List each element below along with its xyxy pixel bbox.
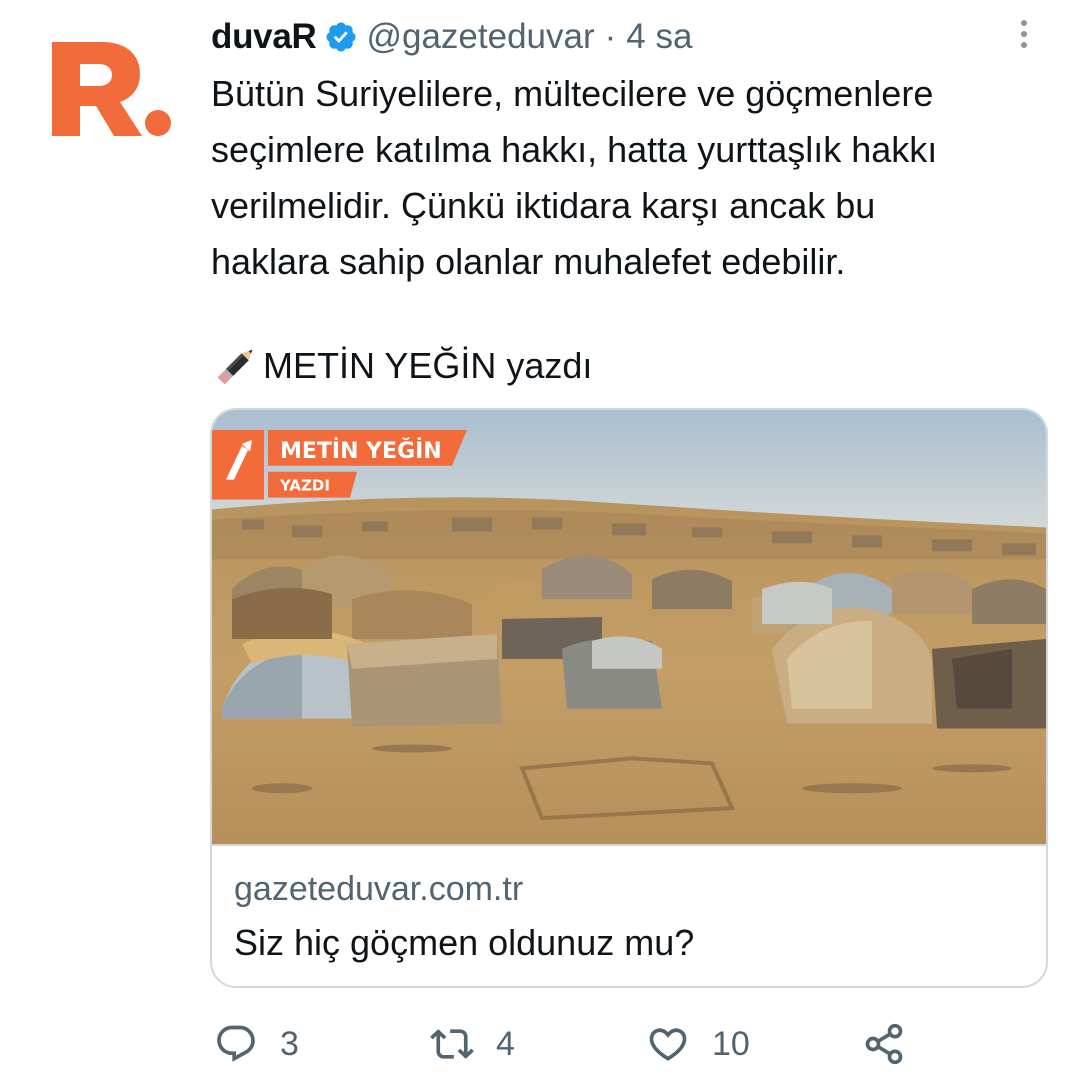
card-domain: gazeteduvar.com.tr bbox=[234, 870, 524, 908]
tweet-header: duvaR @gazeteduvar · 4 sa bbox=[211, 14, 692, 60]
separator-dot: · bbox=[604, 17, 617, 56]
display-name[interactable]: duvaR bbox=[211, 17, 317, 57]
reply-button[interactable]: 3 bbox=[214, 1016, 299, 1072]
byline-text: METİN YEĞİN yazdı bbox=[263, 345, 593, 386]
share-icon bbox=[865, 1023, 903, 1065]
duvar-logo-icon bbox=[52, 42, 171, 136]
card-image: METİN YEĞİN YAZDI bbox=[212, 410, 1046, 846]
tweet-actions: 3 4 10 bbox=[0, 1016, 1080, 1072]
reply-icon bbox=[217, 1025, 255, 1062]
banner-subtitle: YAZDI bbox=[279, 477, 330, 495]
share-button[interactable] bbox=[862, 1016, 906, 1072]
account-avatar[interactable] bbox=[50, 40, 174, 140]
pencil-icon bbox=[217, 349, 253, 385]
retweet-button[interactable]: 4 bbox=[430, 1016, 515, 1072]
retweet-icon bbox=[430, 1029, 474, 1059]
tweet-timestamp[interactable]: 4 sa bbox=[626, 17, 692, 57]
like-button[interactable]: 10 bbox=[646, 1016, 750, 1072]
reply-count: 3 bbox=[280, 1024, 299, 1063]
tweet-byline: METİN YEĞİN yazdı bbox=[211, 338, 592, 394]
link-preview-card[interactable]: METİN YEĞİN YAZDI gazeteduvar.com.tr Siz… bbox=[210, 408, 1048, 988]
like-count: 10 bbox=[712, 1024, 750, 1063]
card-title: Siz hiç göçmen oldunuz mu? bbox=[234, 922, 695, 963]
retweet-count: 4 bbox=[496, 1024, 515, 1063]
more-options-icon[interactable] bbox=[1010, 16, 1038, 56]
like-icon bbox=[649, 1028, 687, 1061]
account-handle[interactable]: @gazeteduvar bbox=[366, 17, 594, 57]
tweet-text: Bütün Suriyelilere, mültecilere ve göçme… bbox=[211, 73, 938, 282]
verified-badge-icon bbox=[326, 22, 356, 52]
banner-author-name: METİN YEĞİN bbox=[280, 438, 442, 464]
